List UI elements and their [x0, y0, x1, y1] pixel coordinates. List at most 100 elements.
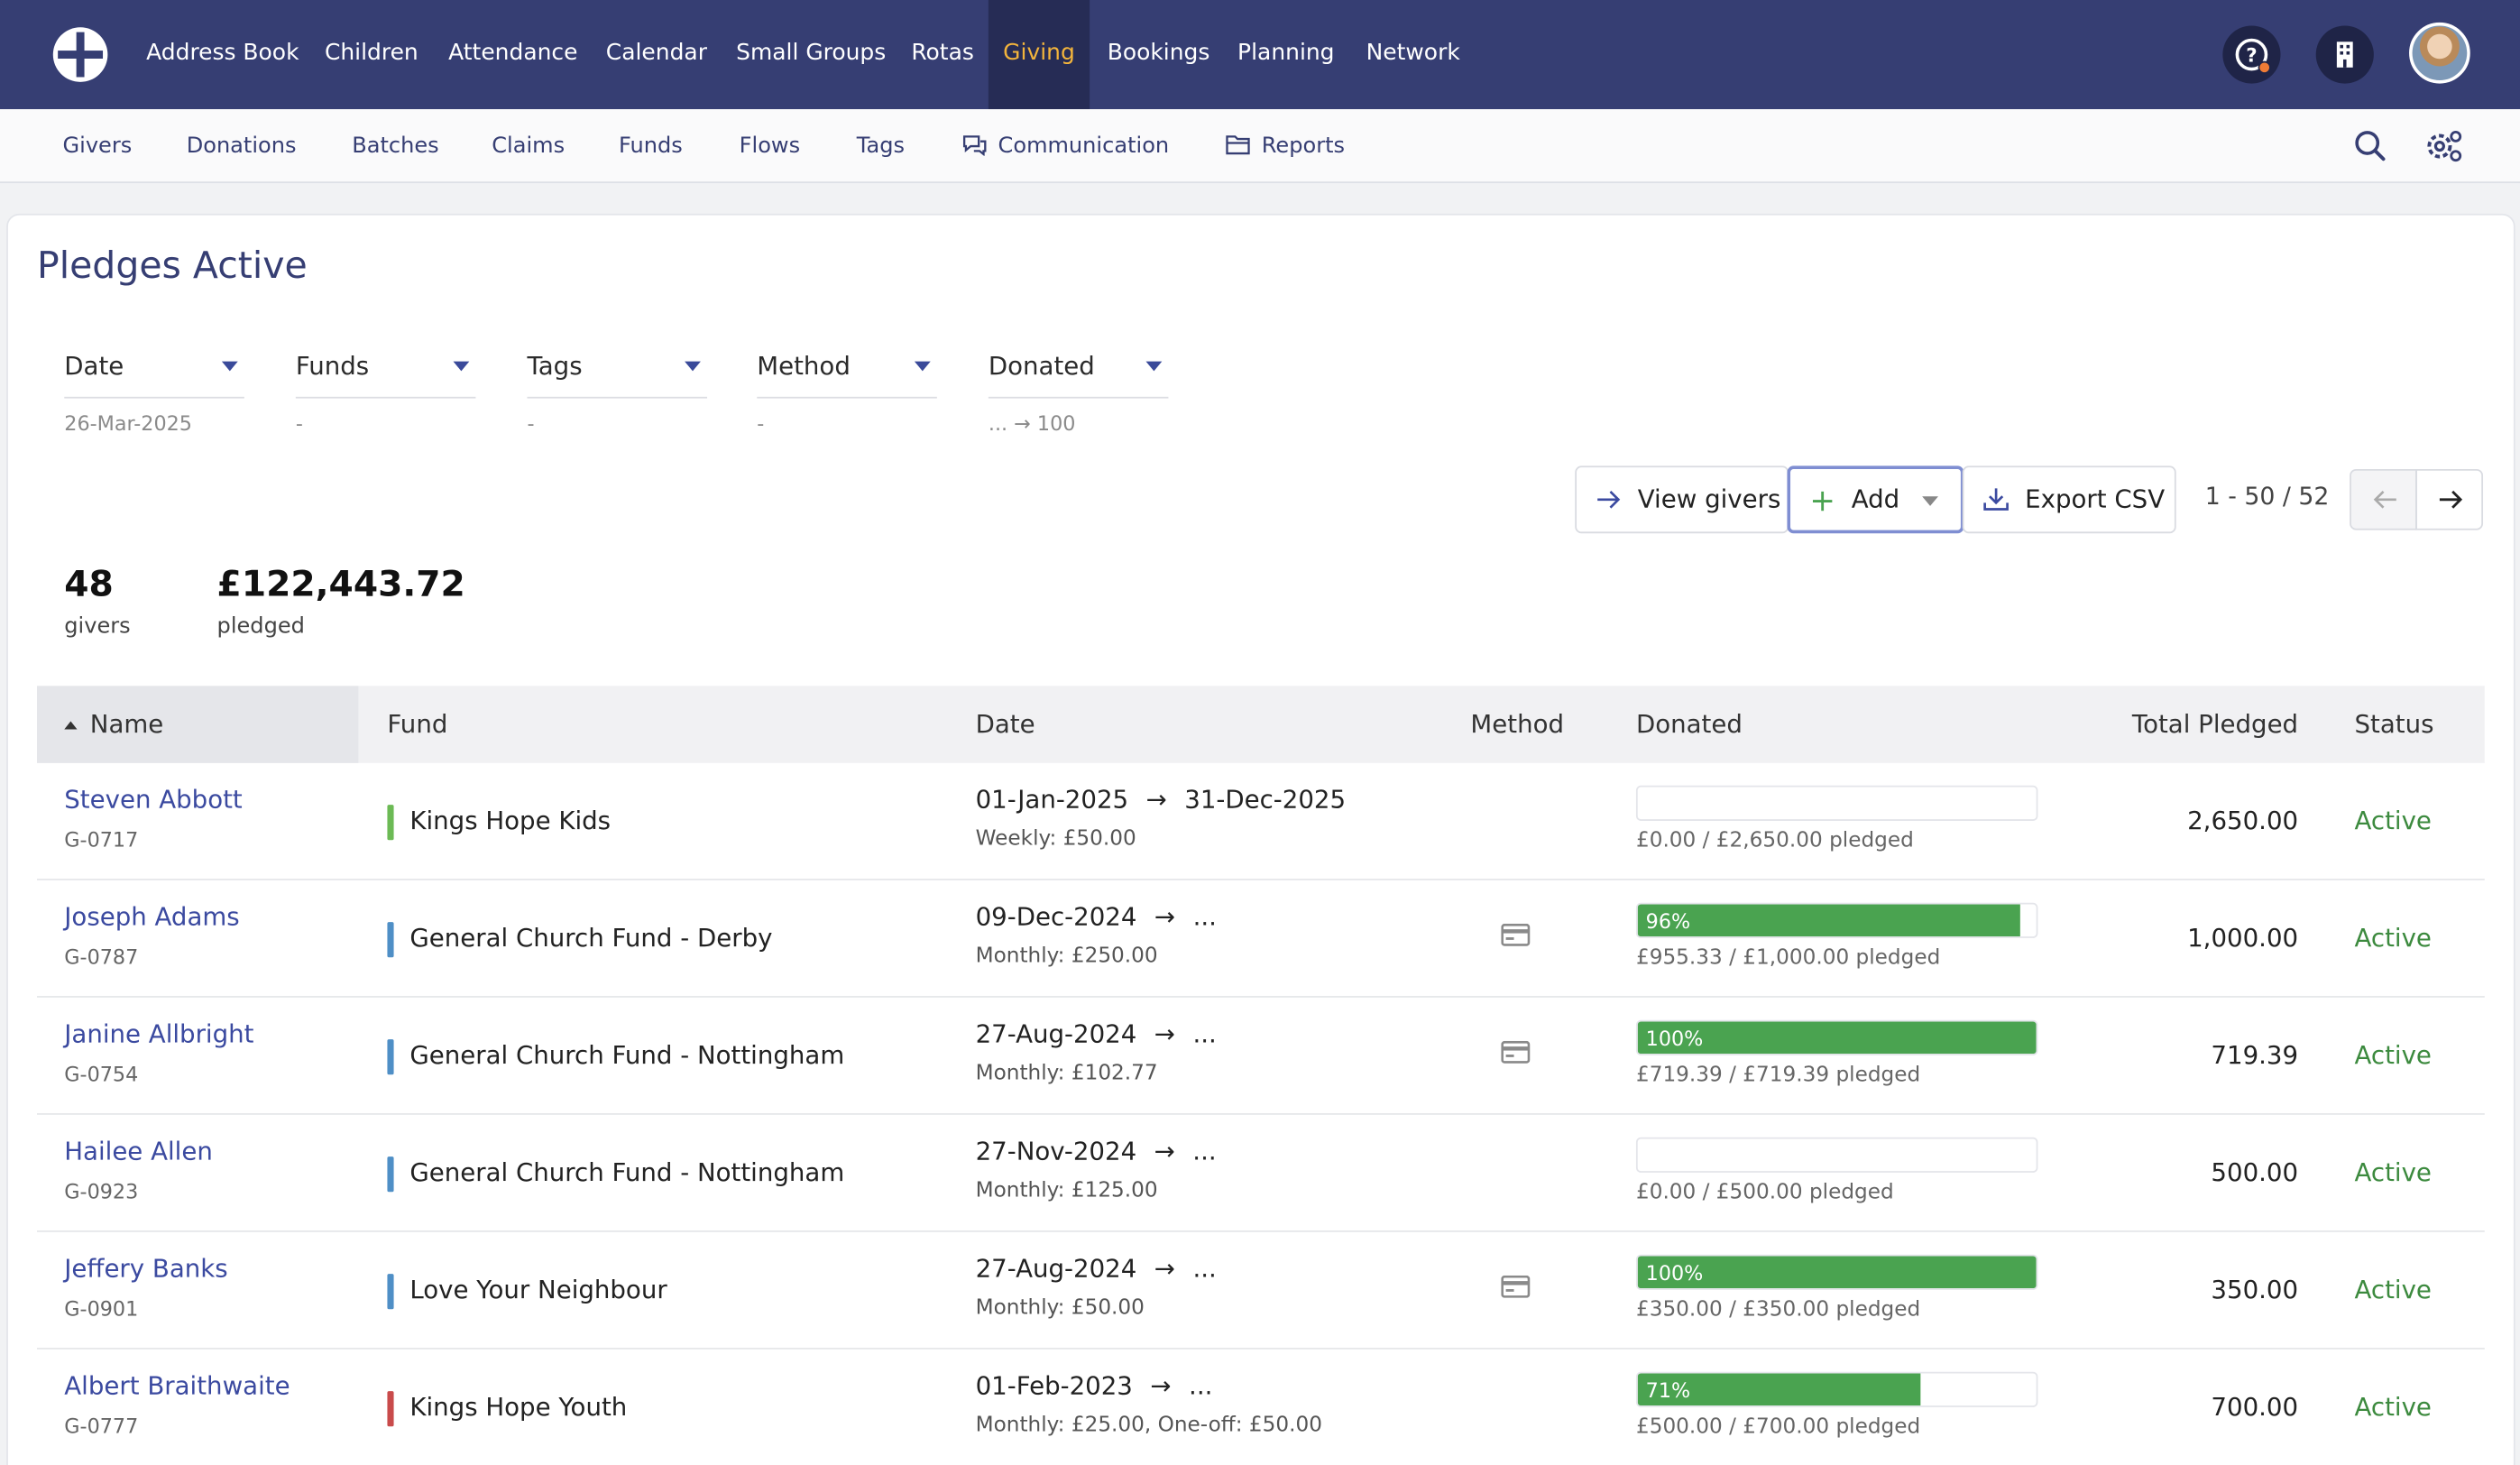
- filter-donated[interactable]: Donated ... → 100: [988, 341, 1169, 436]
- giver-name-link[interactable]: Hailee Allen: [64, 1138, 213, 1166]
- col-status-header[interactable]: Status: [2354, 686, 2433, 762]
- pledge-schedule: Monthly: £102.77: [975, 1062, 1158, 1086]
- subnav-tags[interactable]: Tags: [857, 109, 905, 183]
- subnav-communication-label: Communication: [998, 133, 1170, 160]
- pledge-start-date: 09-Dec-2024: [975, 902, 1137, 932]
- giver-id: G-0717: [64, 827, 139, 852]
- nav-attendance[interactable]: Attendance: [448, 0, 577, 109]
- giver-name-link[interactable]: Jeffery Banks: [64, 1255, 227, 1284]
- subnav-donations[interactable]: Donations: [187, 109, 297, 183]
- nav-network[interactable]: Network: [1366, 0, 1460, 109]
- user-avatar[interactable]: [2409, 22, 2470, 84]
- fund-name: Love Your Neighbour: [409, 1275, 667, 1304]
- top-nav: Address Book Children Attendance Calenda…: [0, 0, 2520, 110]
- subnav-givers[interactable]: Givers: [62, 109, 132, 183]
- pledge-schedule: Weekly: £50.00: [975, 827, 1136, 852]
- next-page-button[interactable]: [2415, 468, 2484, 530]
- pledge-end-date: ...: [1192, 1019, 1217, 1049]
- pledged-amount: £122,443.72: [216, 565, 465, 606]
- nav-small-groups[interactable]: Small Groups: [736, 0, 886, 109]
- fund-color-bar: [387, 1391, 394, 1427]
- col-total-header[interactable]: Total Pledged: [2132, 686, 2298, 762]
- help-button[interactable]: ?: [2222, 25, 2281, 84]
- chevron-down-icon: [1922, 496, 1938, 506]
- building-icon: [2336, 41, 2353, 68]
- subnav-communication[interactable]: Communication: [961, 109, 1170, 183]
- pledge-schedule: Monthly: £125.00: [975, 1179, 1158, 1203]
- filter-date-label: Date: [64, 351, 124, 382]
- nav-planning[interactable]: Planning: [1237, 0, 1334, 109]
- subnav-reports-label: Reports: [1261, 133, 1346, 160]
- status-badge: Active: [2354, 1275, 2432, 1304]
- fund-color-bar: [387, 1274, 394, 1310]
- view-givers-button[interactable]: View givers: [1575, 465, 1789, 534]
- subnav-batches[interactable]: Batches: [352, 109, 439, 183]
- export-csv-button[interactable]: Export CSV: [1962, 465, 2176, 534]
- filter-funds-value: -: [295, 410, 303, 436]
- chevron-down-icon: [453, 361, 470, 372]
- total-pledged: 500.00: [2211, 1157, 2299, 1187]
- subnav-funds[interactable]: Funds: [619, 109, 683, 183]
- arrow-right-icon: →: [1154, 1019, 1175, 1049]
- organisation-button[interactable]: [2315, 25, 2374, 84]
- filter-method-value: -: [757, 410, 765, 436]
- filter-method[interactable]: Method -: [757, 341, 937, 436]
- donated-amount: £0.00 / £2,650.00 pledged: [1635, 828, 1914, 853]
- subnav-claims[interactable]: Claims: [492, 109, 565, 183]
- arrow-right-icon: [1597, 490, 1621, 509]
- col-donated-header[interactable]: Donated: [1636, 686, 1743, 762]
- filter-tags[interactable]: Tags -: [527, 341, 708, 436]
- col-name-header[interactable]: Name: [64, 686, 163, 762]
- sub-nav: Givers Donations Batches Claims Funds Fl…: [0, 109, 2520, 183]
- nav-children[interactable]: Children: [325, 0, 418, 109]
- table-header: Name Fund Date Method Donated Total Pled…: [36, 686, 2485, 763]
- fund-name: General Church Fund - Derby: [409, 923, 773, 953]
- table-row: Jeffery Banks G-0901 Love Your Neighbour…: [36, 1232, 2485, 1350]
- chevron-down-icon: [1145, 361, 1163, 372]
- pledge-end-date: ...: [1192, 902, 1217, 932]
- filter-date[interactable]: Date 26-Mar-2025: [64, 341, 244, 436]
- nav-rotas[interactable]: Rotas: [911, 0, 974, 109]
- nav-calendar[interactable]: Calendar: [606, 0, 707, 109]
- app-root: Address Book Children Attendance Calenda…: [0, 0, 2520, 1465]
- fund-name: General Church Fund - Nottingham: [409, 1157, 845, 1187]
- table-row: Hailee Allen G-0923 General Church Fund …: [36, 1115, 2485, 1232]
- search-icon[interactable]: [2353, 128, 2388, 163]
- col-method-header[interactable]: Method: [1470, 686, 1564, 762]
- total-pledged: 350.00: [2211, 1275, 2299, 1304]
- download-icon: [1983, 488, 2009, 511]
- giver-name-link[interactable]: Steven Abbott: [64, 786, 243, 815]
- col-fund-header[interactable]: Fund: [387, 686, 447, 762]
- giver-name-link[interactable]: Janine Allbright: [64, 1020, 253, 1049]
- prev-page-button[interactable]: [2350, 468, 2417, 530]
- table-row: Steven Abbott G-0717 Kings Hope Kids 01-…: [36, 763, 2485, 880]
- export-csv-label: Export CSV: [2025, 484, 2166, 514]
- giver-name-link[interactable]: Joseph Adams: [64, 903, 239, 932]
- app-logo-icon[interactable]: [50, 24, 111, 86]
- fund-color-bar: [387, 805, 394, 841]
- nav-address-book[interactable]: Address Book: [146, 0, 299, 109]
- filter-funds[interactable]: Funds -: [295, 341, 476, 436]
- view-givers-label: View givers: [1637, 484, 1781, 514]
- settings-gear-icon[interactable]: [2422, 127, 2463, 166]
- pledge-schedule: Monthly: £50.00: [975, 1296, 1145, 1321]
- col-date-header[interactable]: Date: [976, 686, 1035, 762]
- subnav-reports[interactable]: Reports: [1225, 109, 1345, 183]
- giver-name-link[interactable]: Albert Braithwaite: [64, 1372, 290, 1401]
- donated-amount: £500.00 / £700.00 pledged: [1635, 1414, 1921, 1440]
- arrow-right-icon: [2439, 490, 2463, 509]
- arrow-right-icon: →: [1154, 1137, 1175, 1166]
- donated-progress-fill: 100%: [1637, 1021, 2037, 1055]
- fund-color-bar: [387, 922, 394, 958]
- nav-bookings[interactable]: Bookings: [1108, 0, 1210, 109]
- pledge-start-date: 27-Aug-2024: [975, 1254, 1137, 1284]
- col-name-label: Name: [89, 710, 164, 740]
- chevron-down-icon: [914, 361, 931, 372]
- status-badge: Active: [2354, 1040, 2432, 1070]
- subnav-flows[interactable]: Flows: [740, 109, 800, 183]
- add-button[interactable]: Add: [1787, 465, 1964, 534]
- arrow-right-icon: →: [1145, 785, 1167, 815]
- pledge-end-date: ...: [1192, 1254, 1217, 1284]
- filter-tags-label: Tags: [527, 351, 583, 382]
- nav-giving[interactable]: Giving: [988, 0, 1090, 110]
